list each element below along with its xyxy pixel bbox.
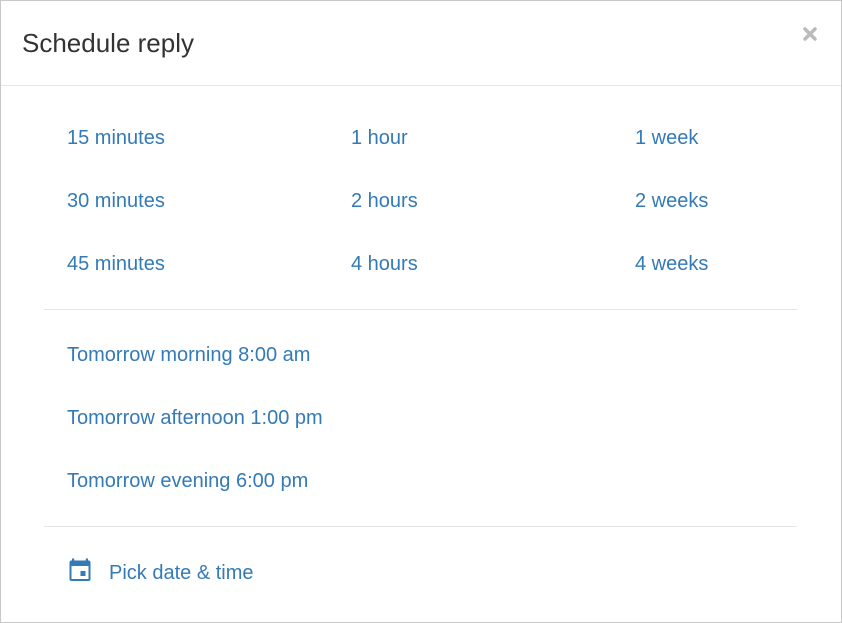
option-4-weeks[interactable]: 4 weeks <box>635 252 708 276</box>
close-button[interactable] <box>797 21 823 47</box>
pick-date-time-link[interactable]: Pick date & time <box>109 561 254 585</box>
calendar-icon[interactable] <box>68 558 92 582</box>
option-tomorrow-evening[interactable]: Tomorrow evening 6:00 pm <box>67 469 308 493</box>
option-2-weeks[interactable]: 2 weeks <box>635 189 708 213</box>
section-divider <box>44 526 797 527</box>
option-tomorrow-afternoon[interactable]: Tomorrow afternoon 1:00 pm <box>67 406 323 430</box>
option-30-minutes[interactable]: 30 minutes <box>67 189 165 213</box>
option-1-hour[interactable]: 1 hour <box>351 126 408 150</box>
schedule-reply-dialog: Schedule reply 15 minutes 30 minutes 45 … <box>0 0 842 623</box>
section-divider <box>44 309 797 310</box>
option-1-week[interactable]: 1 week <box>635 126 698 150</box>
dialog-title: Schedule reply <box>22 28 194 58</box>
close-icon <box>803 27 817 41</box>
option-tomorrow-morning[interactable]: Tomorrow morning 8:00 am <box>67 343 310 367</box>
option-2-hours[interactable]: 2 hours <box>351 189 418 213</box>
option-4-hours[interactable]: 4 hours <box>351 252 418 276</box>
option-45-minutes[interactable]: 45 minutes <box>67 252 165 276</box>
option-15-minutes[interactable]: 15 minutes <box>67 126 165 150</box>
dialog-header: Schedule reply <box>1 1 841 86</box>
